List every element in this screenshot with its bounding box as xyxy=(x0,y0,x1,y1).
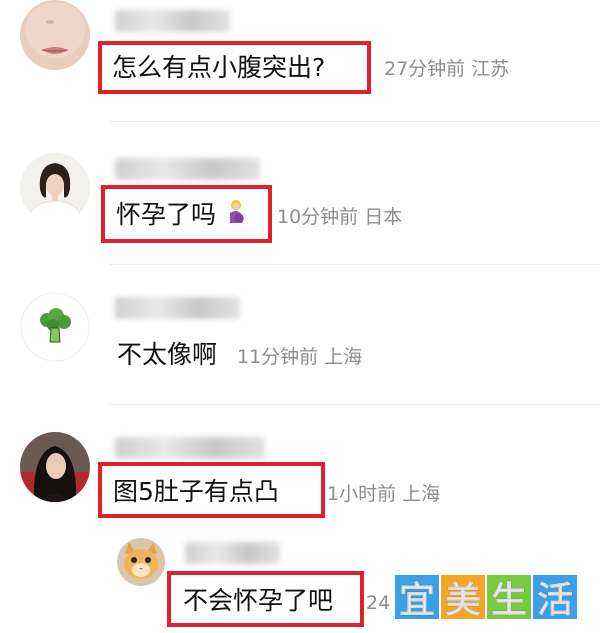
watermark-logo: 宜 美 生 活 xyxy=(395,575,577,622)
divider xyxy=(110,404,600,405)
avatar[interactable] xyxy=(20,292,90,362)
comment-item: 怎么有点小腹突出? 27分钟前 江苏 xyxy=(0,0,600,125)
woman-portrait-avatar xyxy=(20,153,90,223)
comment-text: 图5肚子有点凸 xyxy=(113,477,279,506)
divider xyxy=(110,121,600,122)
woman-lips-closeup-avatar xyxy=(20,0,90,70)
dark-hair-woman-avatar xyxy=(20,432,90,502)
avatar[interactable] xyxy=(20,432,90,502)
broccoli-avatar xyxy=(20,292,90,362)
comment-meta: 24 xyxy=(366,588,390,618)
comment-location: 日本 xyxy=(364,206,403,228)
comment-time: 24 xyxy=(366,592,391,614)
avatar[interactable] xyxy=(117,538,165,586)
watermark-char: 活 xyxy=(533,575,577,622)
avatar[interactable] xyxy=(20,0,90,70)
avatar[interactable] xyxy=(20,153,90,223)
blurred-username[interactable] xyxy=(115,158,260,180)
comment-time: 27分钟前 xyxy=(384,58,466,80)
comment-meta: 11分钟前 上海 xyxy=(237,342,362,372)
comment-location: 上海 xyxy=(324,346,363,368)
watermark-char: 生 xyxy=(487,575,531,622)
cat-avatar xyxy=(117,538,165,586)
comment-time: 11分钟前 xyxy=(237,346,319,368)
comment-text: 不太像啊 xyxy=(117,340,218,369)
comment-time: 1小时前 xyxy=(327,483,397,505)
blurred-username[interactable] xyxy=(115,297,240,319)
comment-text: 不会怀孕了吧 xyxy=(183,586,334,615)
watermark-char: 宜 xyxy=(395,575,439,622)
comment-meta: 1小时前 上海 xyxy=(327,479,440,509)
watermark-char: 美 xyxy=(441,575,485,622)
blurred-username[interactable] xyxy=(115,437,265,459)
comment-time: 10分钟前 xyxy=(277,206,359,228)
comment-meta: 27分钟前 江苏 xyxy=(384,54,509,84)
blurred-username[interactable] xyxy=(115,10,230,32)
pregnant-woman-emoji xyxy=(224,199,248,227)
comment-text: 怀孕了吗 xyxy=(116,199,248,230)
comment-text: 怎么有点小腹突出? xyxy=(112,53,326,82)
comment-location: 江苏 xyxy=(471,58,510,80)
comment-location: 上海 xyxy=(402,483,441,505)
blurred-username[interactable] xyxy=(185,542,280,564)
comment-text-label: 怀孕了吗 xyxy=(116,200,217,229)
divider xyxy=(110,264,600,265)
comment-meta: 10分钟前 日本 xyxy=(277,202,402,232)
